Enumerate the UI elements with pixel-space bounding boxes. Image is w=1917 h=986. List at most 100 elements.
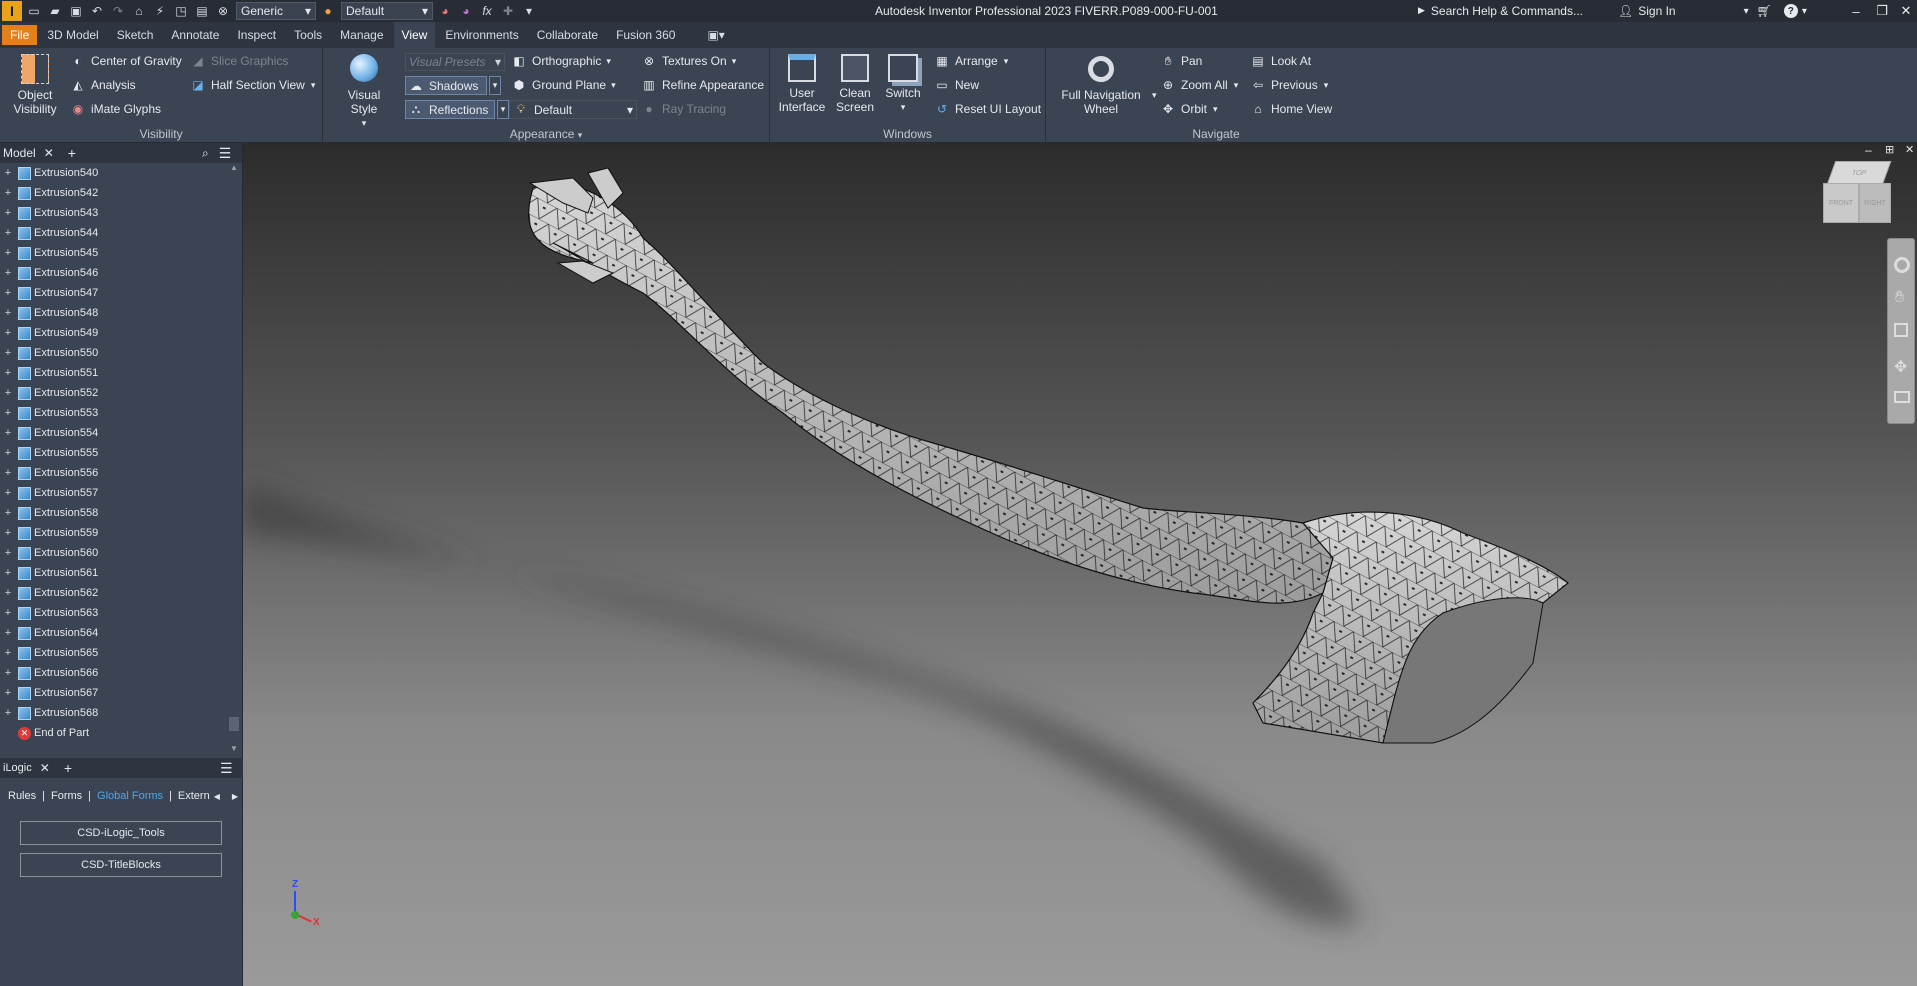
scroll-right-icon[interactable]: ▶ <box>232 792 238 801</box>
pan-hand-icon[interactable]: ✋︎ <box>1895 289 1904 307</box>
full-navigation-wheel-button[interactable]: Full Navigation Wheel <box>1056 54 1146 116</box>
viewport-minimize-icon[interactable]: – <box>1865 143 1872 157</box>
textures-on-button[interactable]: ⊗ Textures On ▾ <box>641 53 736 69</box>
help-icon[interactable]: ? <box>1783 4 1798 18</box>
tree-item[interactable]: + Extrusion542 <box>0 183 226 203</box>
expand-icon[interactable]: + <box>3 507 13 519</box>
viewport-close-icon[interactable]: ✕ <box>1905 143 1914 156</box>
tree-item[interactable]: + Extrusion558 <box>0 503 226 523</box>
tree-item[interactable]: + Extrusion557 <box>0 483 226 503</box>
add-icon[interactable]: ✚ <box>499 2 517 20</box>
tree-item[interactable]: + Extrusion553 <box>0 403 226 423</box>
slice-graphics-button[interactable]: ◢ Slice Graphics <box>190 53 288 69</box>
expand-icon[interactable]: + <box>3 327 13 339</box>
tab-fusion-360[interactable]: Fusion 360 <box>608 25 683 45</box>
inventor-logo[interactable]: I <box>2 1 22 21</box>
expand-icon[interactable]: + <box>3 307 13 319</box>
tab-forms[interactable]: Forms <box>51 790 82 802</box>
customize-dropdown-icon[interactable]: ▾ <box>520 2 538 20</box>
browser-scrollbar[interactable]: ▲ ▼ <box>226 163 242 756</box>
csd-ilogic-tools-button[interactable]: CSD-iLogic_Tools <box>20 821 222 845</box>
cart-icon[interactable]: 🛒︎ <box>1757 4 1772 18</box>
tree-item[interactable]: + Extrusion547 <box>0 283 226 303</box>
expand-icon[interactable]: + <box>3 207 13 219</box>
expand-icon[interactable]: + <box>3 367 13 379</box>
tab-sketch[interactable]: Sketch <box>109 25 162 45</box>
object-visibility-button[interactable]: Object Visibility <box>10 54 60 116</box>
expand-icon[interactable]: + <box>3 587 13 599</box>
update-icon[interactable]: ⚡ <box>151 2 169 20</box>
expand-icon[interactable]: + <box>3 267 13 279</box>
analysis-button[interactable]: ◭ Analysis <box>70 77 135 93</box>
scroll-thumb[interactable] <box>229 717 239 731</box>
half-section-view-button[interactable]: ◪ Half Section View ▾ <box>190 77 315 93</box>
close-icon[interactable]: ✕ <box>44 146 54 160</box>
expand-icon[interactable]: + <box>3 467 13 479</box>
expand-icon[interactable]: + <box>3 547 13 559</box>
open-folder-icon[interactable]: ▰ <box>46 2 64 20</box>
parameters-fx-icon[interactable]: fx <box>478 2 496 20</box>
menu-icon[interactable]: ☰ <box>219 145 232 162</box>
tree-item[interactable]: + Extrusion555 <box>0 443 226 463</box>
select-icon[interactable]: ◳ <box>172 2 190 20</box>
tree-item[interactable]: + Extrusion552 <box>0 383 226 403</box>
ground-plane-button[interactable]: ⬢ Ground Plane ▾ <box>511 77 616 93</box>
refine-appearance-button[interactable]: ▥ Refine Appearance <box>641 77 764 93</box>
center-of-gravity-button[interactable]: ◐ Center of Gravity <box>70 53 181 69</box>
viewcube-top-face[interactable]: TOP <box>1826 161 1892 185</box>
expand-icon[interactable]: + <box>3 687 13 699</box>
expand-icon[interactable]: + <box>3 167 13 179</box>
close-icon[interactable]: ✕ <box>40 761 50 775</box>
expand-icon[interactable]: + <box>3 427 13 439</box>
navigation-wheel-dropdown[interactable]: ▾ <box>1152 90 1157 101</box>
tree-item[interactable]: + Extrusion566 <box>0 663 226 683</box>
tree-item[interactable]: + Extrusion565 <box>0 643 226 663</box>
user-interface-button[interactable]: User Interface <box>776 54 828 114</box>
tab-global-forms[interactable]: Global Forms <box>97 790 163 802</box>
expand-icon[interactable]: + <box>3 387 13 399</box>
tab-rules[interactable]: Rules <box>8 790 36 802</box>
expand-icon[interactable]: + <box>3 607 13 619</box>
switch-button[interactable]: Switch ▾ <box>880 54 926 114</box>
properties-icon[interactable]: ▤ <box>193 2 211 20</box>
viewport-tile-icon[interactable]: ⊞ <box>1885 143 1894 156</box>
tree-item[interactable]: + Extrusion560 <box>0 543 226 563</box>
tree-item[interactable]: + Extrusion562 <box>0 583 226 603</box>
home-view-button[interactable]: ⌂ Home View <box>1250 101 1332 117</box>
expand-icon[interactable]: + <box>3 227 13 239</box>
visual-style-button[interactable]: Visual Style ▾ <box>333 54 395 130</box>
tab-manage[interactable]: Manage <box>332 25 391 45</box>
tab-environments[interactable]: Environments <box>437 25 526 45</box>
tree-item[interactable]: + Extrusion561 <box>0 563 226 583</box>
zoom-icon[interactable] <box>1894 323 1908 337</box>
scroll-up-icon[interactable]: ▲ <box>226 163 242 175</box>
reflections-dropdown[interactable]: ▾ <box>497 100 509 119</box>
add-tab-icon[interactable]: + <box>64 760 72 776</box>
tab-3d-model[interactable]: 3D Model <box>39 25 106 45</box>
tree-item[interactable]: + Extrusion564 <box>0 623 226 643</box>
menu-icon[interactable]: ☰ <box>220 760 233 777</box>
color-wheel-icon[interactable]: ● <box>319 2 337 20</box>
tab-annotate[interactable]: Annotate <box>163 25 227 45</box>
expand-icon[interactable]: + <box>3 187 13 199</box>
orbit-button[interactable]: ✥ Orbit ▾ <box>1160 101 1218 117</box>
appearance-panel-label[interactable]: Appearance ▾ <box>323 127 769 141</box>
add-tab-icon[interactable]: + <box>68 145 76 161</box>
expand-icon[interactable]: + <box>3 567 13 579</box>
steering-wheel-icon[interactable] <box>1894 257 1910 273</box>
minimize-icon[interactable]: – <box>1843 0 1869 22</box>
previous-view-button[interactable]: ⇦ Previous ▾ <box>1250 77 1328 93</box>
home-icon[interactable]: ⌂ <box>130 2 148 20</box>
tree-item[interactable]: + Extrusion563 <box>0 603 226 623</box>
expand-icon[interactable]: + <box>3 667 13 679</box>
sign-in-button[interactable]: 👤︎ Sign In ▾ 🛒︎ ? ▾ <box>1618 1 1807 21</box>
look-at-icon[interactable] <box>1894 391 1910 403</box>
tab-inspect[interactable]: Inspect <box>229 25 284 45</box>
clear-appearance-icon[interactable]: ◕ <box>457 2 475 20</box>
appearance-select[interactable]: Default ▾ <box>341 2 433 20</box>
tab-collaborate[interactable]: Collaborate <box>529 25 606 45</box>
shadows-dropdown[interactable]: ▾ <box>489 76 501 95</box>
viewcube-right-face[interactable]: RIGHT <box>1859 183 1891 223</box>
tree-item[interactable]: + Extrusion544 <box>0 223 226 243</box>
tab-model[interactable]: Model <box>3 146 36 160</box>
